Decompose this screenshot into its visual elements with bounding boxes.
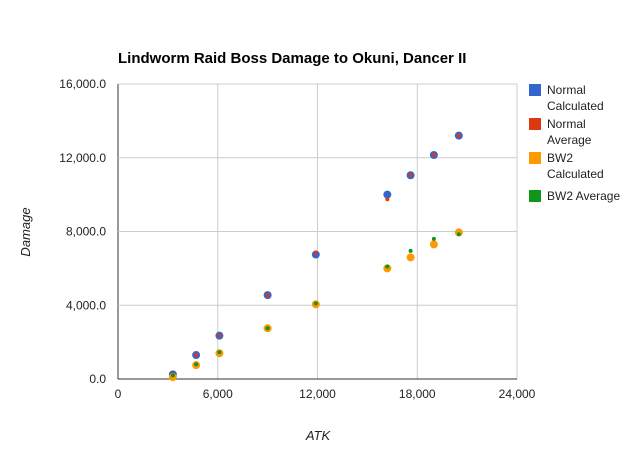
legend-label: Calculated: [547, 167, 604, 181]
data-point: [456, 133, 461, 138]
legend-label: Normal: [547, 83, 586, 97]
x-tick-label: 18,000: [399, 387, 436, 401]
data-point: [431, 152, 436, 157]
legend-swatch: [529, 152, 541, 164]
data-point: [313, 250, 318, 255]
chart: Lindworm Raid Boss Damage to Okuni, Danc…: [18, 50, 620, 443]
data-point: [170, 373, 175, 378]
legend-label: BW2: [547, 151, 573, 165]
x-tick-label: 0: [115, 387, 122, 401]
data-point: [194, 362, 199, 367]
y-tick-label: 16,000.0: [59, 77, 106, 91]
legend-item[interactable]: Normal Calculated: [529, 83, 604, 113]
legend-item[interactable]: BW2 Calculated: [529, 151, 604, 181]
data-point: [265, 326, 270, 331]
legend-swatch: [529, 118, 541, 130]
data-point: [406, 253, 415, 262]
legend-label: Average: [547, 133, 592, 147]
data-point: [265, 293, 270, 298]
data-point: [429, 240, 438, 249]
data-point: [313, 301, 318, 306]
y-axis-ticks: 0.0 4,000.0 8,000.0 12,000.0 16,000.0: [59, 77, 106, 386]
x-tick-label: 24,000: [499, 387, 536, 401]
legend-item[interactable]: Normal Average: [529, 117, 592, 147]
data-point: [385, 264, 390, 269]
chart-title: Lindworm Raid Boss Damage to Okuni, Danc…: [118, 50, 466, 67]
series-normal-calculated: [168, 131, 463, 379]
x-axis-ticks: 0 6,000 12,000 18,000 24,000: [115, 387, 536, 401]
data-point: [431, 236, 436, 241]
y-tick-label: 4,000.0: [66, 298, 106, 312]
legend-swatch: [529, 190, 541, 202]
legend-label: Normal: [547, 117, 586, 131]
legend-swatch: [529, 84, 541, 96]
x-axis-title: ATK: [305, 428, 332, 443]
data-point: [217, 350, 222, 355]
x-tick-label: 6,000: [203, 387, 233, 401]
data-points: [168, 131, 463, 382]
data-point: [194, 353, 199, 358]
y-tick-label: 8,000.0: [66, 225, 106, 239]
x-tick-label: 12,000: [299, 387, 336, 401]
data-point: [408, 173, 413, 178]
data-point: [408, 248, 413, 253]
legend[interactable]: Normal Calculated Normal Average BW2 Calculat…: [529, 83, 620, 203]
legend-label: BW2 Average: [547, 189, 620, 203]
y-tick-label: 12,000.0: [59, 151, 106, 165]
legend-item[interactable]: BW2 Average: [529, 189, 620, 203]
data-point: [456, 232, 461, 237]
data-point: [217, 333, 222, 338]
y-tick-label: 0.0: [89, 372, 106, 386]
y-axis-title: Damage: [18, 207, 33, 256]
legend-label: Calculated: [547, 99, 604, 113]
data-point: [385, 197, 390, 202]
